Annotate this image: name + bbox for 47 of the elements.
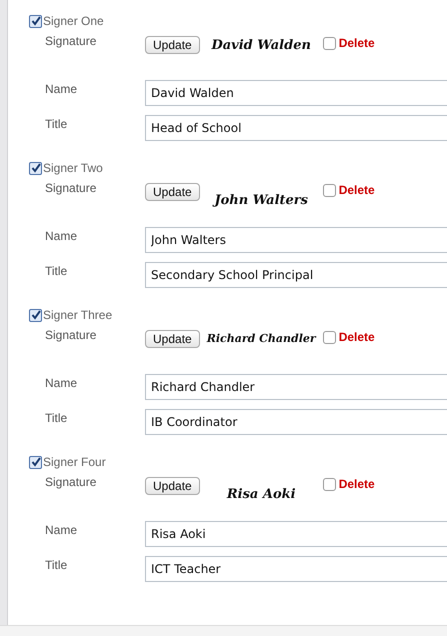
check-icon bbox=[30, 163, 40, 173]
field-label: Signature bbox=[45, 181, 98, 195]
delete-label: Delete bbox=[338, 477, 375, 491]
field-label: Title bbox=[45, 117, 68, 131]
signature-text: David Walden bbox=[210, 38, 312, 53]
field-label: Signature bbox=[45, 34, 98, 48]
field-label: Name bbox=[45, 376, 78, 390]
update-button[interactable]: Update bbox=[145, 330, 200, 348]
field-label: Name bbox=[45, 229, 78, 243]
title-field[interactable]: Secondary School Principal bbox=[145, 262, 447, 288]
signer-checkbox[interactable] bbox=[29, 14, 42, 28]
name-field[interactable]: Risa Aoki bbox=[145, 521, 447, 547]
field-label: Title bbox=[45, 411, 68, 425]
signer-label: Signer Three bbox=[43, 308, 112, 322]
signer-checkbox[interactable] bbox=[29, 456, 42, 468]
delete-checkbox[interactable] bbox=[322, 184, 336, 196]
delete-label: Delete bbox=[338, 36, 375, 50]
signer-label: Signer Two bbox=[43, 161, 103, 175]
title-field[interactable]: ICT Teacher bbox=[145, 556, 447, 582]
check-icon bbox=[30, 16, 40, 26]
check-icon bbox=[30, 310, 40, 320]
field-label: Signature bbox=[45, 328, 98, 342]
name-field[interactable]: Richard Chandler bbox=[145, 374, 447, 400]
signature-text: John Walters bbox=[212, 193, 309, 208]
check-icon bbox=[30, 457, 40, 467]
delete-checkbox[interactable] bbox=[322, 478, 336, 490]
delete-checkbox[interactable] bbox=[322, 36, 336, 50]
field-label: Title bbox=[45, 264, 68, 278]
signer-checkbox[interactable] bbox=[29, 308, 42, 322]
signer-label: Signer Four bbox=[43, 455, 106, 469]
field-label: Title bbox=[45, 558, 68, 572]
delete-checkbox[interactable] bbox=[322, 330, 336, 344]
signer-checkbox[interactable] bbox=[29, 162, 42, 174]
delete-label: Delete bbox=[338, 330, 375, 344]
signature-text: Richard Chandler bbox=[206, 332, 318, 345]
delete-label: Delete bbox=[338, 183, 375, 197]
name-field[interactable]: David Walden bbox=[145, 80, 447, 106]
signature-text: Risa Aoki bbox=[226, 487, 297, 502]
field-label: Name bbox=[45, 82, 78, 96]
field-label: Name bbox=[45, 523, 78, 537]
update-button[interactable]: Update bbox=[145, 183, 200, 201]
update-button[interactable]: Update bbox=[145, 477, 200, 495]
update-button[interactable]: Update bbox=[145, 36, 200, 54]
title-field[interactable]: Head of School bbox=[145, 115, 447, 141]
field-label: Signature bbox=[45, 475, 98, 489]
signer-label: Signer One bbox=[43, 14, 104, 28]
title-field[interactable]: IB Coordinator bbox=[145, 409, 447, 435]
